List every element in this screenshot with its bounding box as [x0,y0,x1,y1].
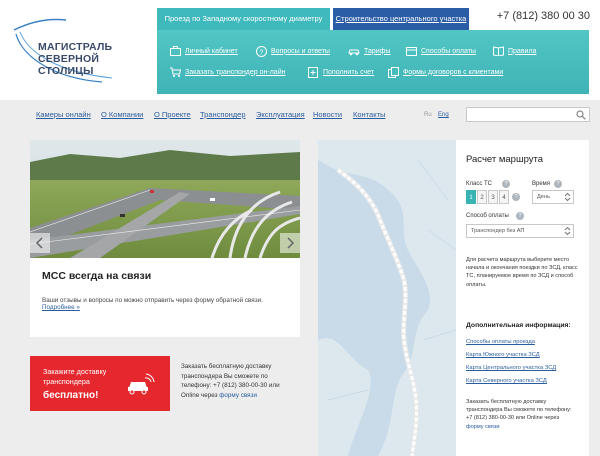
promo-line2: транспондера [43,377,90,386]
hero-title: МСС всегда на связи [42,270,152,282]
hero-more-link[interactable]: Подробнее » [42,304,80,311]
route-calculator: Расчет маршрута Класс ТС ? Время ? 1 2 3… [456,140,589,456]
briefcase-icon [169,45,181,57]
promo-banner[interactable]: Закажите доставку транспондера бесплатно… [30,356,170,411]
time-label: Время [532,181,551,187]
help-icon[interactable]: ? [554,180,562,188]
chevron-left-icon [35,237,43,249]
menu-item-order-transponder[interactable]: Заказать транспондер он-лайн [169,65,285,79]
menu-label: Вопросы и ответы [271,47,330,55]
menu-label: Формы договоров с клиентами [403,68,504,76]
nav-about-project[interactable]: О Проекте [154,110,191,119]
route-title: Расчет маршрута [466,154,544,165]
delivery-text: Заказать бесплатную доставку транспондер… [466,398,578,431]
logo[interactable]: МАГИСТРАЛЬ СЕВЕРНОЙ СТОЛИЦЫ [12,16,152,86]
route-instructions: Для расчета маршрута выберите место нача… [466,257,578,288]
payment-label: Способ оплаты [466,213,509,219]
menu-item-contract-forms[interactable]: Формы договоров с клиентами [387,65,503,79]
chevron-right-icon [287,237,295,249]
class-option-4[interactable]: 4 [499,190,509,204]
menu-item-topup[interactable]: Пополнить счет [307,65,374,79]
time-select-value: День [537,194,550,200]
class-option-2[interactable]: 2 [477,190,487,204]
payment-select[interactable]: Транспондер без АП [466,224,574,238]
select-arrows-icon [564,226,571,236]
page: МАГИСТРАЛЬ СЕВЕРНОЙ СТОЛИЦЫ Проезд по За… [0,0,600,456]
wallet-icon [405,45,417,57]
hero-next-arrow[interactable] [280,233,300,253]
delivery-text-body: Заказать бесплатную доставку транспондер… [466,399,572,422]
nav-operation[interactable]: Эксплуатация [256,110,305,119]
menu-label: Пополнить счет [323,68,375,76]
menu-item-payment[interactable]: Способы оплаты [405,44,476,58]
phone-number: +7 (812) 380 00 30 [496,10,590,22]
class-label: Класс ТС [466,181,492,187]
tab-zsd[interactable]: Проезд по Западному скоростному диаметру [157,8,330,30]
route-map[interactable] [318,140,456,456]
nav-cameras[interactable]: Камеры онлайн [36,110,91,119]
teal-menu-panel: Личный кабинет ? Вопросы и ответы Тарифы… [157,30,589,94]
help-icon[interactable]: ? [516,212,524,220]
link-north-map[interactable]: Карта Северного участка ЗСД [466,378,547,384]
book-icon [492,45,504,57]
documents-icon [387,66,399,78]
delivery-form-link[interactable]: форму связи [466,424,500,430]
select-arrows-icon [564,192,571,202]
svg-text:?: ? [259,49,263,56]
menu-item-cabinet[interactable]: Личный кабинет [169,44,238,58]
logo-line2: СЕВЕРНОЙ СТОЛИЦЫ [38,53,100,77]
menu-label: Личный кабинет [185,47,238,55]
link-central-map[interactable]: Карта Центрального участка ЗСД [466,365,556,371]
menu-label: Правила [508,47,537,55]
lang-ru[interactable]: Ru [424,112,432,118]
menu-label: Заказать транспондер он-лайн [185,68,286,76]
logo-line1: МАГИСТРАЛЬ [38,41,113,53]
help-icon[interactable]: ? [512,193,520,201]
search-input[interactable] [466,107,590,122]
link-south-map[interactable]: Карта Южного участка ЗСД [466,352,540,358]
search-icon[interactable] [576,110,586,120]
hero-photo [30,140,300,258]
time-select[interactable]: День [532,190,574,204]
lang-en[interactable]: Eng [438,112,449,118]
hero-card: МСС всегда на связи Ваши отзывы и вопрос… [30,140,300,337]
nav-news[interactable]: Новости [313,110,342,119]
promo-line1: Закажите доставку [43,367,107,376]
nav-transponder[interactable]: Транспондер [200,110,246,119]
menu-item-tariffs[interactable]: Тарифы [348,44,390,58]
help-icon[interactable]: ? [502,180,510,188]
class-option-3[interactable]: 3 [488,190,498,204]
cart-icon [169,66,181,78]
promo-text: Заказать бесплатную доставку транспондер… [181,362,291,400]
menu-item-rules[interactable]: Правила [492,44,536,58]
promo-heading: Закажите доставку транспондера [43,367,106,387]
hero-prev-arrow[interactable] [30,233,50,253]
extra-info-title: Дополнительная информация: [466,322,571,329]
menu-label: Способы оплаты [421,47,476,55]
nav-about-company[interactable]: О Компании [101,110,143,119]
link-payment-methods[interactable]: Способы оплаты проезда [466,339,535,345]
question-icon: ? [255,45,267,57]
menu-label: Тарифы [364,47,391,55]
car-icon [348,45,360,57]
promo-form-link[interactable]: форму связи [219,392,257,399]
car-signal-icon [128,373,155,395]
class-option-1[interactable]: 1 [466,190,476,204]
logo-text: МАГИСТРАЛЬ СЕВЕРНОЙ СТОЛИЦЫ [38,41,152,77]
payment-select-value: Транспондер без АП [471,228,525,234]
tab-construction[interactable]: Строительство центрального участка [333,8,469,30]
nav-contacts[interactable]: Контакты [353,110,385,119]
header: МАГИСТРАЛЬ СЕВЕРНОЙ СТОЛИЦЫ Проезд по За… [0,0,600,100]
menu-item-faq[interactable]: ? Вопросы и ответы [255,44,330,58]
plus-doc-icon [307,66,319,78]
promo-line3: бесплатно! [43,390,99,401]
